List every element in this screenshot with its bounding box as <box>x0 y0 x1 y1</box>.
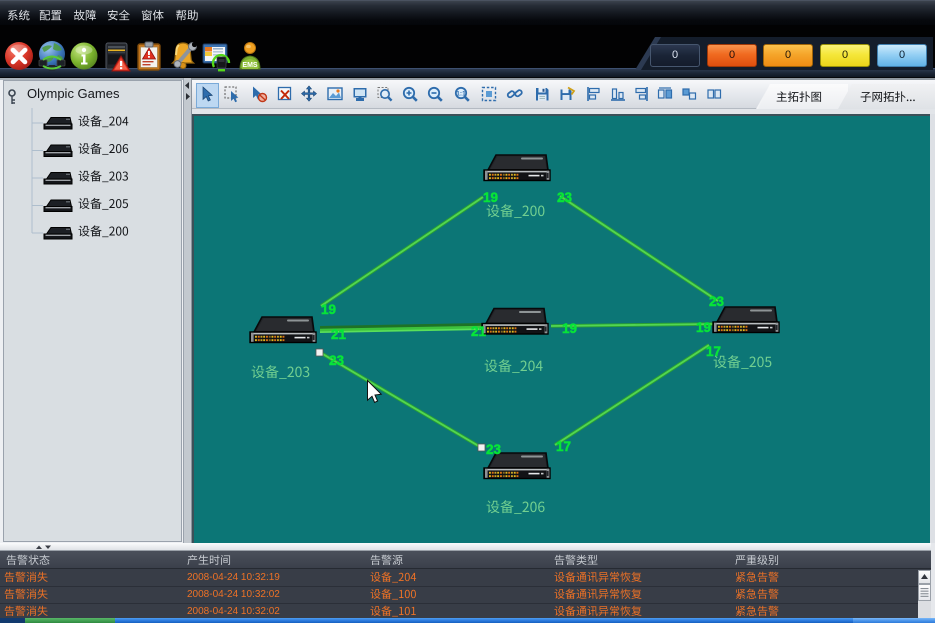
svg-text:19: 19 <box>696 320 711 335</box>
svg-text:17: 17 <box>706 344 721 359</box>
svg-text:23: 23 <box>709 294 725 309</box>
svg-text:1:1: 1:1 <box>456 90 466 97</box>
svg-text:19: 19 <box>562 321 577 336</box>
svg-text:23: 23 <box>329 353 345 368</box>
svg-text:21: 21 <box>331 327 347 342</box>
svg-text:17: 17 <box>556 439 571 454</box>
svg-text:23: 23 <box>486 442 502 457</box>
svg-text:23: 23 <box>557 190 573 205</box>
svg-text:21: 21 <box>471 324 487 339</box>
svg-text:EMS: EMS <box>242 62 258 69</box>
svg-text:19: 19 <box>321 302 336 317</box>
svg-text:19: 19 <box>483 190 498 205</box>
